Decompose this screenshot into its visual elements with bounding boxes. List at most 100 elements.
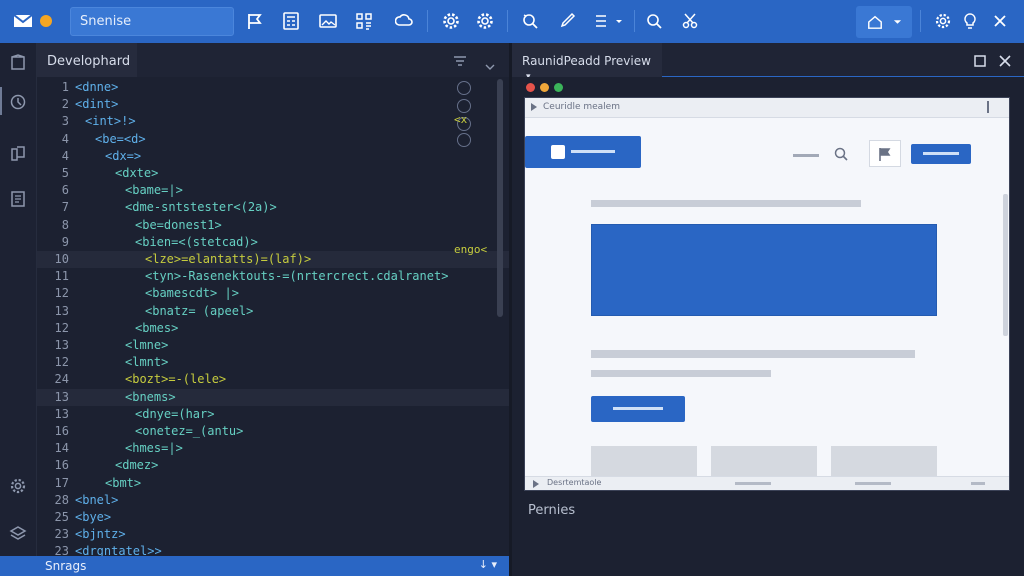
code-text: <bmt> [105, 475, 142, 490]
close-icon[interactable] [998, 53, 1012, 67]
code-line[interactable]: 13 <bnems> [37, 388, 509, 406]
scissors-icon[interactable] [678, 10, 702, 32]
code-line[interactable]: 7 <dme-sntstester<(2a)> [37, 199, 509, 216]
image-icon[interactable] [316, 10, 340, 32]
code-text: <dxte> [115, 166, 159, 180]
text-placeholder [735, 482, 771, 485]
code-line[interactable]: 5 <dxte> [37, 165, 509, 182]
code-line[interactable]: 1 <dnne> [37, 79, 509, 96]
refresh-search-icon[interactable] [518, 10, 542, 32]
code-text: <bnems> [125, 389, 176, 404]
status-icons[interactable]: ↓ ▾ [479, 558, 497, 571]
source-control-icon[interactable] [8, 92, 28, 112]
code-line[interactable]: 13 <dnye=(har> [37, 406, 509, 423]
line-number: 23 [54, 527, 69, 542]
code-line[interactable]: 17 <bmt> [37, 475, 509, 492]
button-text-placeholder [923, 152, 959, 155]
line-number: 17 [54, 475, 69, 490]
code-editor[interactable]: 1 <dnne> 2 <dint> 3 <int>!> 4 <be=<d> 4 <dx=> 5 <dx… [37, 77, 509, 556]
button-text-placeholder [613, 407, 663, 410]
code-line[interactable]: 3 <int>!> [37, 113, 509, 130]
code-line[interactable]: 13 <lmne> [37, 337, 509, 354]
breakpoint-icon[interactable] [457, 99, 471, 113]
preview-tab[interactable]: RaunidPeadd Preview ▾ [512, 43, 662, 82]
browser-bar-text: Ceuridle mealem [543, 102, 620, 112]
code-line[interactable]: 6 <bame=|> [37, 182, 509, 199]
code-text: <dnne> [75, 80, 119, 94]
breakpoint-icon[interactable] [457, 81, 471, 95]
search-icon[interactable] [833, 146, 849, 162]
window-minimize-dot[interactable] [540, 83, 549, 92]
flag-icon[interactable] [243, 10, 267, 32]
activity-bar [0, 43, 37, 556]
more-icon[interactable] [987, 101, 989, 113]
code-line[interactable]: 25 <bye> [37, 509, 509, 526]
flag-button[interactable] [869, 140, 901, 167]
mail-icon[interactable] [12, 12, 34, 30]
code-line[interactable]: 13 <bnatz= (apeel> [37, 303, 509, 320]
logo-square-icon [551, 145, 565, 159]
code-line[interactable]: 9 <bien=<(stetcad)> [37, 234, 509, 251]
document-icon[interactable] [8, 189, 28, 209]
code-line[interactable]: 10 <lze>=elantatts)=(laf)> [37, 251, 509, 268]
code-line[interactable]: 23 <bjntz> [37, 526, 509, 543]
explorer-icon[interactable] [8, 52, 28, 72]
close-icon[interactable] [988, 10, 1012, 32]
editor-scrollbar[interactable] [497, 79, 503, 317]
code-line[interactable]: 12 <bamescdt> |> [37, 285, 509, 302]
line-number: 10 [54, 252, 69, 266]
filter-icon[interactable] [453, 53, 467, 67]
active-indicator [0, 87, 2, 115]
window-close-dot[interactable] [526, 83, 535, 92]
code-text: <hmes=|> [125, 441, 183, 456]
gear-icon[interactable] [8, 476, 28, 496]
search-icon[interactable] [642, 10, 666, 32]
gear-icon[interactable] [439, 10, 463, 32]
code-line[interactable]: 16 <dmez> [37, 457, 509, 474]
code-text: <dx=> [105, 148, 142, 163]
site-logo-button[interactable] [525, 136, 641, 168]
gear-small-icon[interactable] [931, 10, 955, 32]
grid-icon[interactable] [352, 10, 376, 32]
chevron-down-icon[interactable] [485, 55, 495, 70]
code-line[interactable]: 24 <bozt>=-(lele> [37, 371, 509, 388]
card-placeholder[interactable] [831, 446, 937, 476]
cta-button[interactable] [591, 396, 685, 422]
bulb-icon[interactable] [958, 10, 982, 32]
code-line[interactable]: 23 <drgntatel>> [37, 543, 509, 556]
code-line[interactable]: 8 <be=donest1> [37, 217, 509, 234]
nav-link-placeholder[interactable] [793, 154, 819, 157]
code-line[interactable]: 4 <dx=> [37, 148, 509, 165]
code-line[interactable]: 14 <hmes=|> [37, 440, 509, 457]
chevron-down-icon [893, 20, 901, 24]
list-dropdown-icon[interactable] [592, 10, 626, 32]
calculator-icon[interactable] [279, 10, 303, 32]
window-zoom-dot[interactable] [554, 83, 563, 92]
layers-icon[interactable] [8, 523, 28, 543]
code-text: <dint> [75, 97, 119, 112]
code-line[interactable]: 28 <bnel> [37, 492, 509, 509]
code-line[interactable]: 2 <dint> [37, 96, 509, 113]
code-line[interactable]: 12 <lmnt> [37, 354, 509, 371]
line-number: 3 [61, 114, 69, 129]
code-line[interactable]: 16 <onetez=_(antu> [37, 423, 509, 440]
search-input[interactable]: Snenise [70, 7, 234, 36]
code-line[interactable]: 12 <bmes> [37, 320, 509, 337]
cloud-icon[interactable] [392, 10, 416, 32]
files-icon[interactable] [8, 143, 28, 163]
browser-scrollbar[interactable] [1003, 194, 1008, 336]
home-button[interactable] [856, 6, 912, 38]
nav-action-button[interactable] [911, 144, 971, 164]
text-placeholder [971, 482, 985, 485]
card-placeholder[interactable] [711, 446, 817, 476]
settings-icon[interactable] [473, 10, 497, 32]
browser-address-bar[interactable]: Ceuridle mealem [525, 98, 1009, 118]
editor-tab[interactable]: Develophard [37, 43, 137, 77]
card-placeholder[interactable] [591, 446, 697, 476]
maximize-icon[interactable] [973, 53, 987, 67]
code-line[interactable]: 4 <be=<d> [37, 131, 509, 148]
breakpoint-icon[interactable] [457, 133, 471, 147]
code-line[interactable]: 11 <tyn>-Rasenektouts-=(nrtercrect.cdalra… [37, 268, 509, 285]
text-placeholder [591, 370, 771, 377]
brush-icon[interactable] [555, 10, 579, 32]
